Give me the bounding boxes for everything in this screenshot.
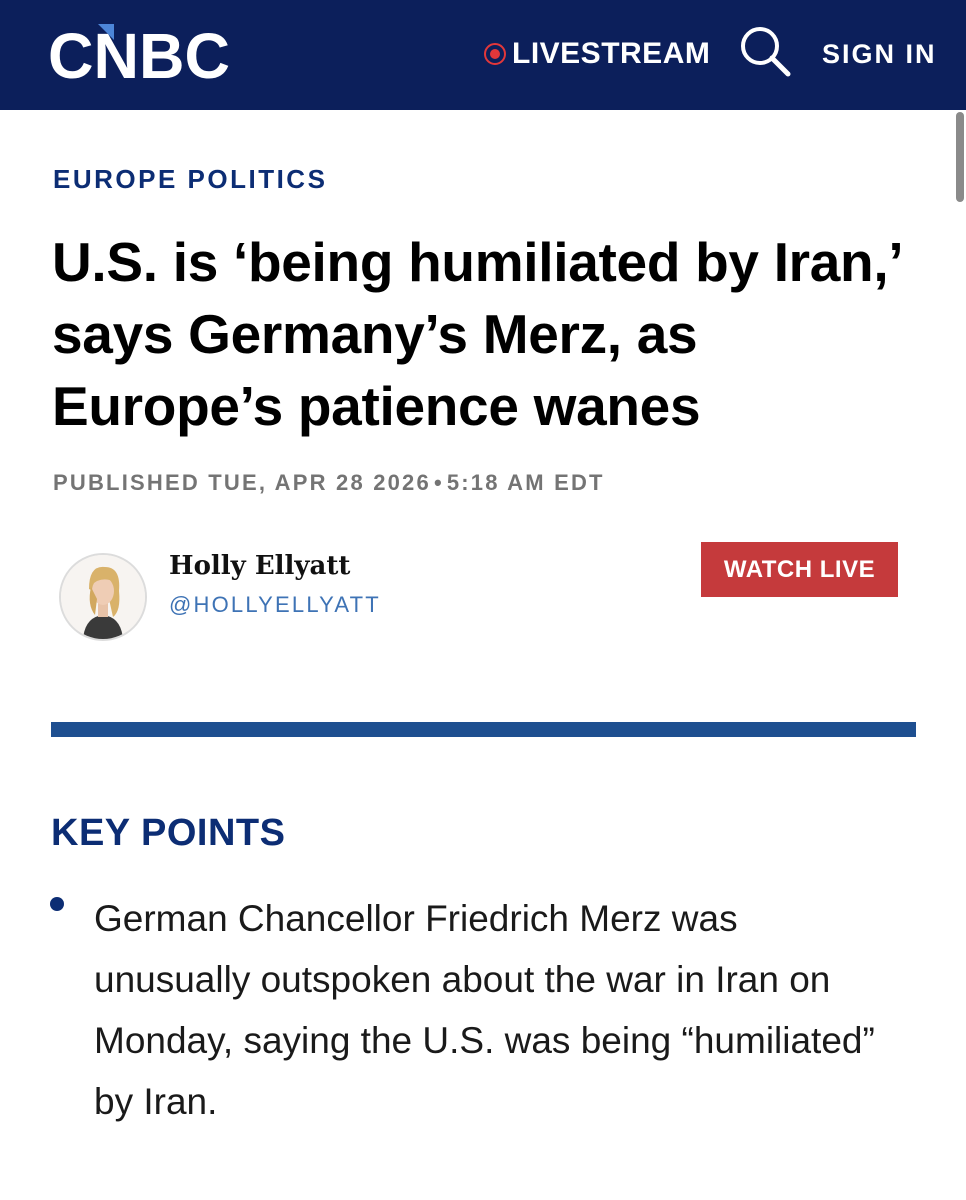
key-point-item: German Chancellor Friedrich Merz was unu… [94, 898, 875, 1122]
published-date: PUBLISHED TUE, APR 28 2026 [53, 470, 431, 495]
cnbc-logo[interactable]: CNBC [48, 18, 233, 88]
bullet-icon [50, 897, 64, 911]
author-handle[interactable]: @HOLLYELLYATT [169, 592, 381, 618]
search-icon [741, 27, 791, 77]
scrollbar-thumb[interactable] [956, 112, 964, 202]
watch-live-button[interactable]: WATCH LIVE [701, 542, 898, 597]
section-divider [51, 722, 916, 737]
cnbc-logo-text: CNBC [48, 20, 230, 88]
live-dot-icon [484, 43, 506, 65]
author-name[interactable]: Holly Ellyatt [169, 551, 350, 581]
published-time: 5:18 AM EDT [446, 470, 605, 495]
key-points-title: KEY POINTS [51, 812, 286, 854]
sign-in-button[interactable]: SIGN IN [822, 34, 937, 74]
livestream-button[interactable]: LIVESTREAM [484, 34, 710, 74]
site-header: CNBC LIVESTREAM SIGN IN [0, 0, 966, 110]
section-tag[interactable]: EUROPE POLITICS [53, 164, 327, 195]
published-separator: • [433, 470, 444, 495]
search-button[interactable] [738, 24, 794, 80]
author-avatar[interactable] [59, 553, 147, 641]
author-portrait [61, 555, 145, 639]
livestream-label: LIVESTREAM [512, 37, 711, 70]
article-headline: U.S. is ‘being humiliated by Iran,’ says… [52, 231, 901, 437]
published-timestamp: PUBLISHED TUE, APR 28 2026 • 5:18 AM EDT [53, 470, 605, 496]
